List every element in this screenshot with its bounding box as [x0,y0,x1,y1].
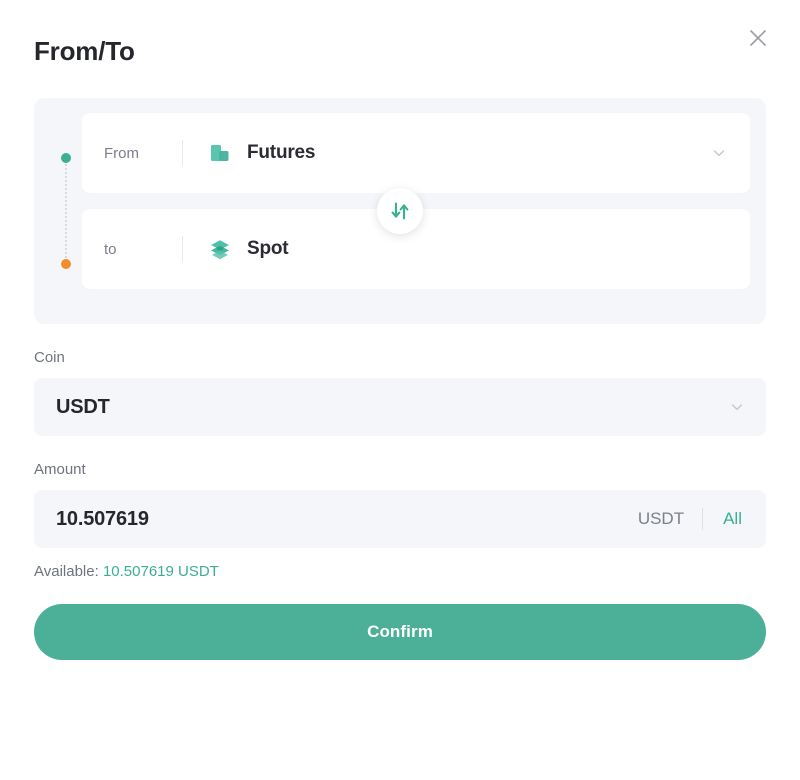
available-label: Available: [34,563,99,580]
close-icon [748,28,768,48]
row-divider [182,236,183,262]
to-label: to [104,240,117,258]
amount-all-button[interactable]: All [703,509,748,529]
row-divider [182,140,183,166]
amount-field-block: Amount USDT All [34,462,766,548]
from-to-card: From Futures to Spot [34,98,766,324]
page-title: From/To [34,36,135,66]
transfer-timeline [61,153,71,269]
confirm-button[interactable]: Confirm [34,604,766,660]
available-value: 10.507619 USDT [102,563,219,580]
from-account-row[interactable]: From Futures [82,113,750,193]
amount-label: Amount [34,461,86,478]
amount-input-wrapper: USDT All [34,490,766,548]
transfer-dialog: From/To From Futures to Spot Coin USDT A… [0,0,800,780]
layers-icon [207,236,233,262]
amount-input[interactable] [56,507,638,531]
close-button[interactable] [742,22,774,54]
from-account-value: Futures [247,142,316,163]
to-account-value: Spot [247,238,289,259]
from-marker-dot [61,153,71,163]
bars-icon [207,140,233,166]
to-marker-dot [61,259,71,269]
coin-select[interactable]: USDT [34,378,766,436]
coin-selected-value: USDT [56,395,110,418]
dialog-header: From/To [0,0,800,66]
amount-unit-label: USDT [637,509,685,528]
swap-direction-button[interactable] [377,188,423,234]
available-balance: Available: 10.507619 USDT [34,564,766,579]
coin-field-block: Coin USDT [34,350,766,436]
swap-arrows-icon [389,200,411,222]
chevron-down-icon[interactable] [708,142,730,164]
from-label: From [104,144,139,162]
timeline-dotted-line [65,161,69,261]
coin-label: Coin [34,349,65,366]
chevron-down-icon[interactable] [726,396,748,418]
